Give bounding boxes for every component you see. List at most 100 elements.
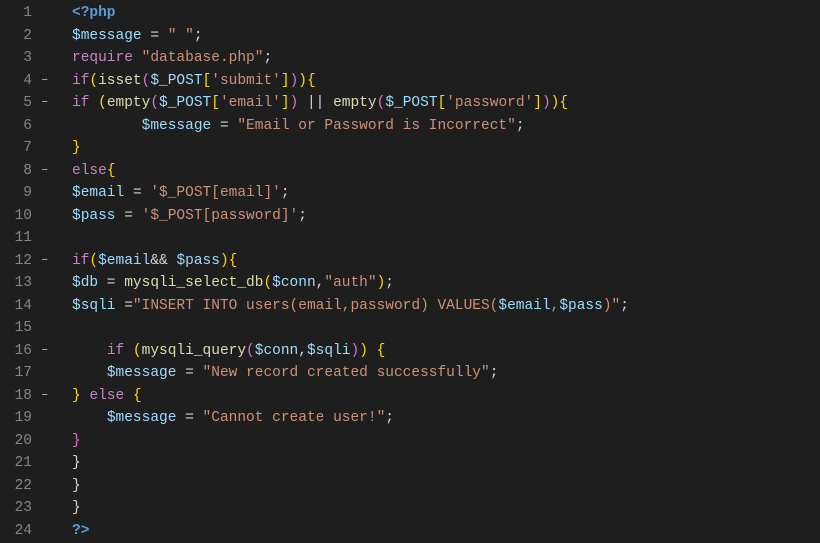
token: )" [603, 298, 620, 314]
code-line[interactable]: if (mysqli_query($conn,$sqli)) { [72, 340, 820, 363]
fold-toggle-icon[interactable]: − [41, 160, 48, 183]
code-line[interactable]: require "database.php"; [72, 47, 820, 70]
line-number-wrap: 6 [0, 115, 50, 138]
token: ; [281, 185, 290, 201]
token [124, 343, 133, 359]
token: ) [298, 73, 307, 89]
token: 'email' [220, 95, 281, 111]
token: '$_POST[email]' [150, 185, 281, 201]
token: ?> [72, 523, 89, 539]
line-number: 2 [0, 25, 50, 48]
token: $_POST [385, 95, 437, 111]
fold-toggle-icon[interactable]: − [41, 70, 48, 93]
token: { [559, 95, 568, 111]
code-line[interactable]: $message = "Cannot create user!"; [72, 407, 820, 430]
code-line[interactable]: if (empty($_POST['email']) || empty($_PO… [72, 92, 820, 115]
code-line[interactable]: $email = '$_POST[email]'; [72, 182, 820, 205]
code-line[interactable]: ?> [72, 520, 820, 543]
code-line[interactable] [72, 227, 820, 250]
token: ( [89, 253, 98, 269]
token: ( [246, 343, 255, 359]
token: '$_POST[password]' [142, 208, 299, 224]
code-line[interactable]: if(isset($_POST['submit'])){ [72, 70, 820, 93]
line-number-wrap: 14 [0, 295, 50, 318]
token: ; [385, 410, 394, 426]
token: } [72, 433, 81, 449]
code-line[interactable]: } [72, 475, 820, 498]
code-line[interactable]: $message = " "; [72, 25, 820, 48]
code-editor[interactable]: 1234−5−678−9101112−13141516−1718−1920212… [0, 0, 820, 542]
line-number-wrap: 24 [0, 520, 50, 543]
token [89, 95, 98, 111]
code-line[interactable]: } [72, 137, 820, 160]
code-line[interactable]: } [72, 452, 820, 475]
fold-toggle-icon[interactable]: − [41, 92, 48, 115]
code-line[interactable]: } [72, 497, 820, 520]
token: , [551, 298, 560, 314]
token: ) [542, 95, 551, 111]
code-line[interactable]: $message = "New record created successfu… [72, 362, 820, 385]
token: else [89, 388, 124, 404]
code-line[interactable] [72, 317, 820, 340]
line-number: 23 [0, 497, 50, 520]
line-number: 11 [0, 227, 50, 250]
line-number: 1 [0, 2, 50, 25]
line-number-wrap: 22 [0, 475, 50, 498]
token: { [133, 388, 142, 404]
line-number: 9 [0, 182, 50, 205]
token: $db [72, 275, 98, 291]
token: ( [377, 95, 386, 111]
code-line[interactable]: <?php [72, 2, 820, 25]
line-number: 7 [0, 137, 50, 160]
line-number-wrap: 12− [0, 250, 50, 273]
token: "auth" [324, 275, 376, 291]
line-number-wrap: 5− [0, 92, 50, 115]
token: = [124, 185, 150, 201]
code-line[interactable]: if($email&& $pass){ [72, 250, 820, 273]
gutter: 1234−5−678−9101112−13141516−1718−1920212… [0, 2, 52, 542]
token: = [211, 118, 237, 134]
token: if [72, 73, 89, 89]
code-line[interactable]: $pass = '$_POST[password]'; [72, 205, 820, 228]
fold-toggle-icon[interactable]: − [41, 385, 48, 408]
fold-toggle-icon[interactable]: − [41, 340, 48, 363]
code-line[interactable]: $sqli ="INSERT INTO users(email,password… [72, 295, 820, 318]
fold-toggle-icon[interactable]: − [41, 250, 48, 273]
token: mysqli_query [142, 343, 246, 359]
token: } [72, 140, 81, 156]
line-number: 19 [0, 407, 50, 430]
token: $sqli [307, 343, 351, 359]
token: if [107, 343, 124, 359]
token: } [72, 388, 81, 404]
line-number-wrap: 8− [0, 160, 50, 183]
token: ; [298, 208, 307, 224]
code-line[interactable]: $message = "Email or Password is Incorre… [72, 115, 820, 138]
line-number-wrap: 1 [0, 2, 50, 25]
code-line[interactable]: else{ [72, 160, 820, 183]
token: $pass [72, 208, 116, 224]
token: ] [281, 73, 290, 89]
token: ) [220, 253, 229, 269]
code-line[interactable]: $db = mysqli_select_db($conn,"auth"); [72, 272, 820, 295]
token: = [116, 208, 142, 224]
token: $message [107, 410, 177, 426]
token: ( [89, 73, 98, 89]
token: = [176, 365, 202, 381]
token: empty [107, 95, 151, 111]
code-line[interactable]: } else { [72, 385, 820, 408]
token: ( [263, 275, 272, 291]
token: "INSERT INTO users(email,password) VALUE… [133, 298, 498, 314]
token: $email [72, 185, 124, 201]
line-number-wrap: 10 [0, 205, 50, 228]
code-area[interactable]: <?php$message = " ";require "database.ph… [52, 2, 820, 542]
token: = [116, 298, 133, 314]
code-line[interactable]: } [72, 430, 820, 453]
token: ; [385, 275, 394, 291]
token: , [298, 343, 307, 359]
line-number-wrap: 19 [0, 407, 50, 430]
token: [ [203, 73, 212, 89]
line-number-wrap: 21 [0, 452, 50, 475]
token: = [142, 28, 168, 44]
token: 'submit' [211, 73, 281, 89]
token: "Cannot create user!" [203, 410, 386, 426]
